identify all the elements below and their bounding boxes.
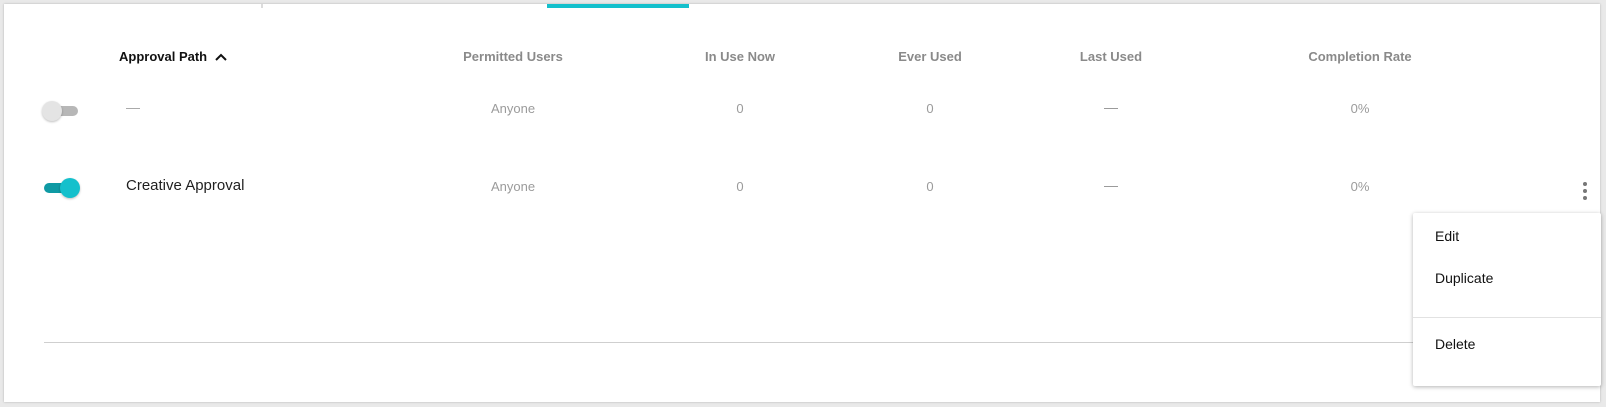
menu-item-delete[interactable]: Delete	[1435, 336, 1475, 352]
more-vertical-icon[interactable]	[1578, 180, 1592, 202]
header-ever-used[interactable]: Ever Used	[898, 49, 962, 64]
header-in-use-now[interactable]: In Use Now	[705, 49, 775, 64]
permitted-users-cell: Anyone	[490, 101, 536, 116]
tab-divider	[261, 4, 263, 8]
ever-used-cell: 0	[926, 179, 934, 194]
header-permitted-users[interactable]: Permitted Users	[463, 49, 563, 64]
approval-path-name[interactable]: Creative Approval	[126, 177, 244, 194]
menu-item-duplicate[interactable]: Duplicate	[1435, 270, 1493, 286]
in-use-now-cell: 0	[736, 179, 744, 194]
toggle-switch-icon[interactable]	[42, 101, 80, 121]
permitted-users-cell: Anyone	[490, 179, 536, 194]
header-last-used[interactable]: Last Used	[1080, 49, 1142, 64]
header-completion-rate[interactable]: Completion Rate	[1308, 49, 1411, 64]
completion-rate-cell: 0%	[1350, 101, 1370, 116]
in-use-now-cell: 0	[736, 101, 744, 116]
menu-item-edit[interactable]: Edit	[1435, 228, 1459, 244]
table-divider	[44, 342, 1424, 343]
approval-paths-card: Approval Path Permitted Users In Use Now…	[4, 4, 1600, 402]
header-approval-path-label: Approval Path	[119, 49, 208, 64]
ever-used-cell: 0	[926, 101, 934, 116]
last-used-empty	[1104, 186, 1118, 187]
active-tab-indicator	[547, 4, 689, 8]
approval-path-name-empty	[126, 108, 140, 109]
toggle-switch-icon[interactable]	[42, 178, 80, 198]
header-approval-path[interactable]: Approval Path	[119, 49, 227, 64]
chevron-up-icon	[215, 53, 227, 61]
row-actions-menu: Edit Duplicate Delete	[1413, 213, 1601, 386]
completion-rate-cell: 0%	[1350, 179, 1370, 194]
last-used-empty	[1104, 108, 1118, 109]
menu-separator	[1413, 317, 1601, 318]
